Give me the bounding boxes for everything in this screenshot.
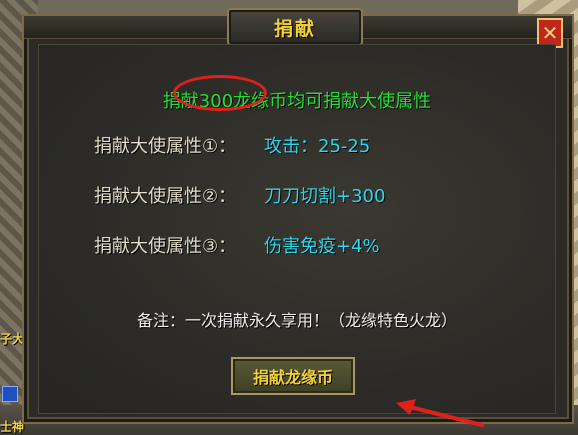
attribute-value: 攻击：25-25 (264, 136, 371, 157)
attribute-value: 刀刀切割+300 (264, 186, 386, 207)
window-title: 捐献 (273, 17, 316, 40)
content-panel: 捐献300龙缘币均可捐献大使属性 捐献大使属性①： 攻击：25-25 捐献大使属… (38, 44, 556, 427)
attribute-label: 捐献大使属性②： (94, 186, 237, 207)
highlight-circle-annotation (173, 75, 267, 111)
donate-button[interactable]: 捐献龙缘币 (231, 357, 355, 395)
donate-button-label: 捐献龙缘币 (252, 368, 333, 387)
attribute-label: 捐献大使属性③： (94, 236, 237, 257)
window-title-tab: 捐献 (227, 8, 363, 46)
red-arrow-annotation (396, 399, 484, 427)
attribute-row-3: 捐献大使属性③： 伤害免疫+4% (94, 233, 380, 257)
donate-window: 捐献 ✕ 捐献300龙缘币均可捐献大使属性 捐献大使属性①： 攻击：25-25 … (22, 8, 574, 427)
attribute-label: 捐献大使属性①： (94, 136, 237, 157)
attribute-row-1: 捐献大使属性①： 攻击：25-25 (94, 133, 370, 157)
attribute-value: 伤害免疫+4% (264, 236, 380, 257)
world-player-name-2: 士神 (0, 420, 25, 434)
attribute-row-2: 捐献大使属性②： 刀刀切割+300 (94, 183, 385, 207)
close-icon: ✕ (541, 21, 559, 45)
intro-text: 捐献300龙缘币均可捐献大使属性 (162, 91, 432, 112)
remark-text: 备注：一次捐献永久享用！（龙缘特色火龙） (136, 311, 457, 330)
world-item-icon (2, 386, 18, 402)
